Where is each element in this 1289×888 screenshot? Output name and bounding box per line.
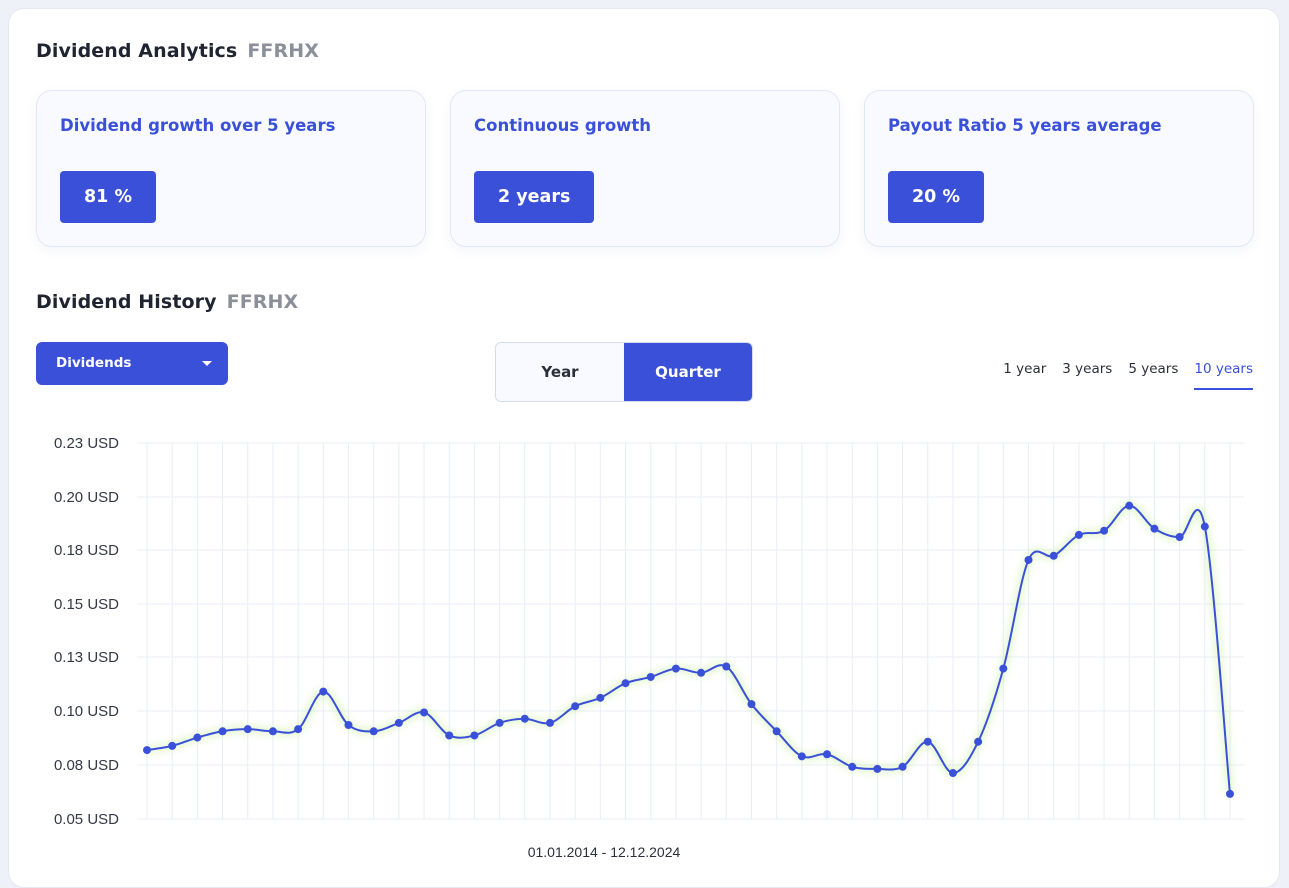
y-tick-label: 0.18 USD [54,542,119,559]
data-point[interactable] [168,741,177,750]
y-tick-label: 0.20 USD [54,489,119,506]
data-point[interactable] [1074,530,1083,539]
data-point[interactable] [671,664,680,673]
y-tick-label: 0.10 USD [54,703,119,720]
data-point[interactable] [621,679,630,688]
data-point[interactable] [1049,551,1058,560]
data-point[interactable] [268,727,277,736]
series-glow [146,502,1234,795]
data-point[interactable] [143,746,151,755]
data-point[interactable] [747,700,756,709]
data-point[interactable] [470,731,479,740]
data-point[interactable] [243,725,252,734]
x-axis-caption: 01.01.2014 - 12.12.2024 [528,844,681,860]
data-point[interactable] [445,731,454,740]
y-tick-label: 0.08 USD [54,757,119,774]
data-point[interactable] [797,752,806,761]
data-point[interactable] [495,718,504,727]
y-tick-label: 0.15 USD [54,596,119,613]
data-point[interactable] [948,769,957,778]
data-point[interactable] [1150,524,1159,533]
dividend-panel: Dividend Analytics FFRHX Dividend growth … [8,8,1280,888]
data-point[interactable] [697,668,706,677]
dividend-line-chart: 0.23 USD 0.20 USD 0.18 USD 0.15 USD 0.13 USD… [54,435,1244,860]
data-point[interactable] [1175,533,1184,541]
data-point[interactable] [1024,555,1033,564]
data-point[interactable] [394,718,403,727]
y-tick-label: 0.13 USD [54,649,119,666]
y-tick-label: 0.05 USD [54,811,119,828]
data-point[interactable] [1100,526,1109,535]
data-point[interactable] [898,762,907,771]
chart-grid [137,442,1244,820]
data-point[interactable] [722,662,731,671]
data-point[interactable] [520,714,529,723]
data-point[interactable] [1125,501,1134,510]
data-point[interactable] [420,708,429,717]
y-axis: 0.23 USD 0.20 USD 0.18 USD 0.15 USD 0.13 USD… [54,435,119,828]
data-point[interactable] [772,727,781,736]
data-point[interactable] [923,737,932,746]
y-tick-label: 0.23 USD [54,435,119,452]
data-point[interactable] [193,733,202,742]
data-point[interactable] [571,702,580,711]
data-point[interactable] [369,727,378,736]
data-point[interactable] [319,687,328,696]
data-point[interactable] [596,693,605,702]
data-point[interactable] [823,750,832,759]
data-point[interactable] [344,721,353,729]
data-point[interactable] [646,672,655,681]
data-point[interactable] [999,664,1008,673]
data-point[interactable] [1200,522,1209,531]
data-point[interactable] [873,764,882,773]
data-point[interactable] [1226,789,1234,798]
data-point[interactable] [848,762,857,771]
data-point[interactable] [974,737,983,746]
data-point[interactable] [218,727,227,736]
data-point[interactable] [545,718,554,727]
data-point[interactable] [294,725,303,734]
